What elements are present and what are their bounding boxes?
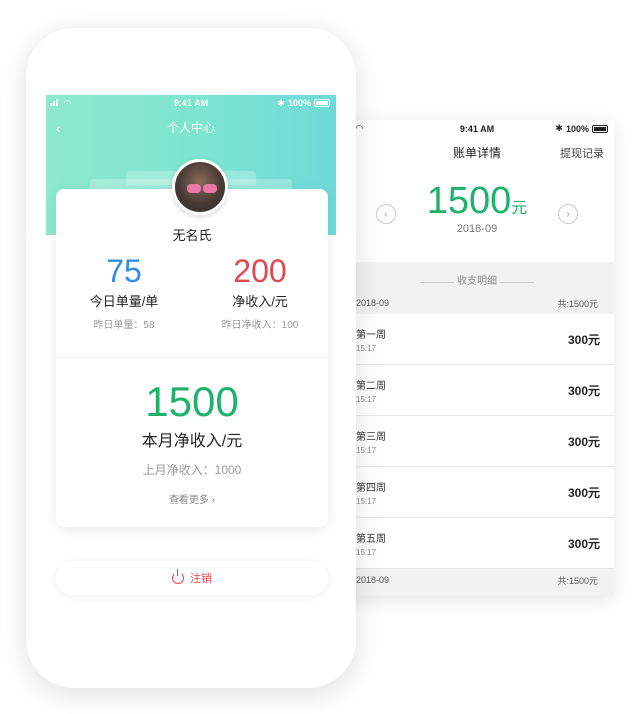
stat-sub: 昨日净收入：100 — [221, 320, 299, 331]
amount-label: 300元 — [567, 434, 600, 449]
user-name: 无名氏 — [172, 228, 212, 243]
stat-label: 今日单量/单 — [89, 294, 159, 309]
back-arrow-icon[interactable]: ‹ — [56, 117, 61, 139]
avatar[interactable] — [172, 159, 228, 215]
time-label: 15:17 — [356, 547, 377, 557]
list-item[interactable]: 第五周 15:17 300元 — [340, 518, 614, 569]
battery-percent: 100% — [565, 123, 589, 134]
group-total: 共:1500元 — [557, 298, 598, 309]
week-label: 第三周 — [356, 431, 386, 443]
group-month: 2018-09 — [356, 575, 390, 585]
bill-details-screen: ◠ 9:41 AM ✱ 100% ‹ 账单详情 提现记录 ‹ 1500元 201… — [340, 120, 614, 596]
amount-label: 300元 — [567, 332, 600, 347]
wifi-icon: ◠ — [356, 123, 363, 133]
amount-label: 300元 — [567, 536, 600, 551]
stat-sub: 昨日单量：58 — [93, 320, 155, 331]
prev-month-button[interactable]: ‹ — [376, 204, 396, 224]
stat-value: 200 — [233, 253, 287, 289]
page-title: 账单详情 — [452, 145, 501, 160]
list-item[interactable]: 第二周 15:17 300元 — [340, 365, 614, 416]
earnings-card: 无名氏 75 今日单量/单 昨日单量：58 200 净收入/元 昨日净收入：10… — [56, 159, 328, 527]
amount-label: 300元 — [567, 383, 600, 398]
list-item[interactable]: 第一周 15:17 300元 — [340, 314, 614, 365]
group-header: 2018-09 共:1500元 — [340, 292, 614, 314]
sunglasses-icon — [187, 184, 201, 193]
monthly-income: 1500 本月净收入/元 上月净收入：1000 — [56, 379, 328, 478]
bluetooth-icon: ✱ — [555, 123, 563, 133]
transaction-list: 收支明细 2018-09 共:1500元 第一周 15:17 300元 第二周 15… — [340, 262, 614, 596]
net-income-stat: 200 净收入/元 昨日净收入：100 — [192, 253, 328, 331]
view-more-link[interactable]: 查看更多 › — [56, 491, 328, 506]
signal-icon — [50, 99, 58, 106]
time-label: 15:17 — [356, 445, 377, 455]
summary-month: 2018-09 — [456, 223, 498, 235]
logout-label: 注销 — [190, 573, 212, 585]
divider — [56, 357, 328, 358]
status-bar: ◠ 9:41 AM ✱ 100% — [46, 95, 336, 111]
monthly-income-value: 1500 — [145, 378, 239, 425]
amount-label: 300元 — [567, 485, 600, 500]
week-label: 第一周 — [356, 329, 386, 341]
stat-label: 净收入/元 — [232, 294, 288, 309]
group-header: 2018-09 共:1500元 — [340, 569, 614, 591]
total-amount-value: 1500 — [426, 180, 512, 222]
last-month-income: 上月净收入：1000 — [142, 463, 242, 477]
battery-percent: 100% — [287, 98, 311, 108]
bluetooth-icon: ✱ — [277, 98, 285, 108]
list-item[interactable]: 第三周 15:17 300元 — [340, 416, 614, 467]
phone-frame: ◠ 9:41 AM ✱ 100% ‹ 个人中心 无名氏 75 今日单量/单 昨日… — [26, 28, 356, 688]
withdraw-records-link[interactable]: 提现记录 — [560, 145, 604, 161]
group-month: 2018-09 — [356, 298, 390, 308]
stat-value: 75 — [106, 253, 142, 289]
total-amount-unit: 元 — [511, 200, 528, 217]
time-label: 15:17 — [356, 496, 377, 506]
week-label: 第四周 — [356, 482, 386, 494]
chevron-right-icon: › — [211, 495, 216, 506]
view-more-label: 查看更多 — [168, 495, 209, 506]
section-title: 收支明细 — [340, 272, 614, 292]
profile-screen: ◠ 9:41 AM ✱ 100% ‹ 个人中心 无名氏 75 今日单量/单 昨日… — [46, 95, 336, 635]
nav-bar: ‹ 个人中心 — [46, 117, 336, 139]
bill-summary: ‹ 1500元 2018-09 › — [340, 166, 614, 262]
status-time: 9:41 AM — [459, 124, 495, 134]
status-bar: ◠ 9:41 AM ✱ 100% — [340, 120, 614, 138]
next-month-button[interactable]: › — [558, 204, 578, 224]
week-label: 第二周 — [356, 380, 386, 392]
time-label: 15:17 — [356, 343, 377, 353]
status-time: 9:41 AM — [173, 98, 209, 108]
group-total: 共:1500元 — [557, 575, 598, 586]
nav-bar: ‹ 账单详情 提现记录 — [340, 138, 614, 166]
monthly-income-label: 本月净收入/元 — [141, 433, 243, 450]
battery-icon — [314, 99, 330, 107]
page-title: 个人中心 — [166, 121, 215, 135]
today-orders-stat: 75 今日单量/单 昨日单量：58 — [56, 253, 192, 331]
list-item[interactable]: 第四周 15:17 300元 — [340, 467, 614, 518]
time-label: 15:17 — [356, 394, 377, 404]
week-label: 第五周 — [356, 533, 386, 545]
logout-button[interactable]: 注销 — [56, 561, 328, 595]
battery-icon — [592, 124, 608, 133]
power-icon — [172, 569, 184, 584]
wifi-icon: ◠ — [64, 98, 71, 108]
